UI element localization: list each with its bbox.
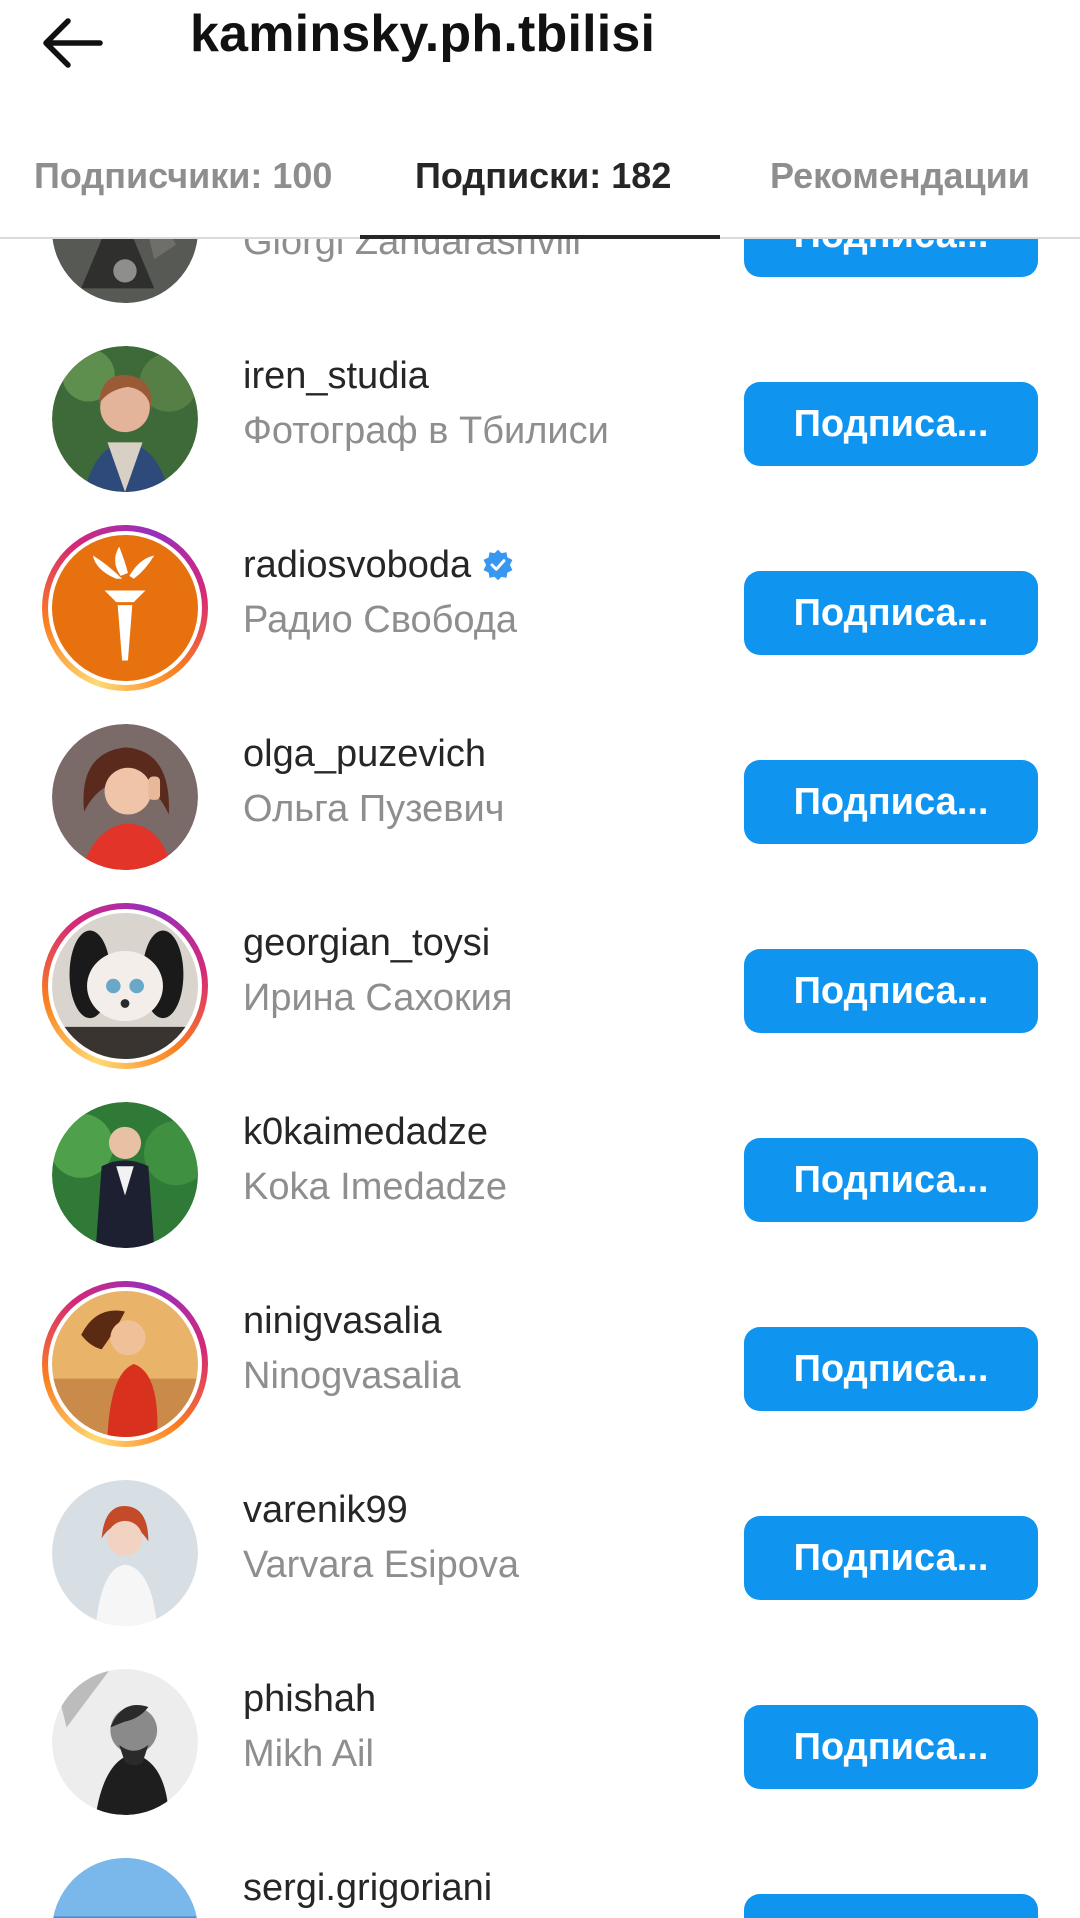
- avatar[interactable]: [52, 1669, 198, 1815]
- full-name: Радио Свобода: [243, 599, 518, 641]
- avatar[interactable]: [52, 239, 198, 303]
- torch-logo-icon: [52, 535, 198, 681]
- avatar-story-ring[interactable]: [42, 1281, 208, 1447]
- full-name: Mikh Ail: [243, 1733, 374, 1775]
- tab-followers[interactable]: Подписчики: 100: [34, 155, 332, 197]
- active-tab-indicator: [360, 235, 720, 239]
- tab-recommendations[interactable]: Рекомендации: [770, 155, 1030, 197]
- following-button[interactable]: Подписа...: [744, 239, 1038, 277]
- username[interactable]: k0kaimedadze: [243, 1111, 488, 1154]
- page-title: kaminsky.ph.tbilisi: [190, 5, 656, 63]
- list-item[interactable]: phishah Mikh Ail Подписа...: [0, 1633, 1080, 1822]
- full-name: Фотограф в Тбилиси: [243, 410, 609, 452]
- username[interactable]: georgian_toysi: [243, 922, 490, 965]
- list-item[interactable]: varenik99 Varvara Esipova Подписа...: [0, 1444, 1080, 1633]
- avatar-story-ring[interactable]: [42, 903, 208, 1069]
- following-list[interactable]: Giorgi Zandarashvili Подписа... iren_stu…: [0, 239, 1080, 1918]
- avatar: [52, 535, 198, 681]
- full-name: Koka Imedadze: [243, 1166, 508, 1208]
- full-name: Varvara Esipova: [243, 1544, 519, 1586]
- tab-bar: Подписчики: 100 Подписки: 182 Рекомендац…: [0, 95, 1080, 239]
- list-item[interactable]: olga_puzevich Ольга Пузевич Подписа...: [0, 688, 1080, 877]
- avatar[interactable]: [52, 1858, 198, 1918]
- top-bar: kaminsky.ph.tbilisi: [0, 0, 1080, 95]
- avatar[interactable]: [52, 724, 198, 870]
- following-button[interactable]: Подписа...: [744, 760, 1038, 844]
- full-name: Giorgi Zandarashvili: [243, 239, 581, 263]
- following-button[interactable]: Подписа...: [744, 949, 1038, 1033]
- avatar: [52, 913, 198, 1059]
- list-item[interactable]: ninigvasalia Ninogvasalia Подписа...: [0, 1255, 1080, 1447]
- username[interactable]: varenik99: [243, 1489, 408, 1532]
- following-button[interactable]: Подписа...: [744, 1327, 1038, 1411]
- avatar-story-ring[interactable]: [42, 525, 208, 691]
- username[interactable]: radiosvoboda: [243, 544, 515, 587]
- avatar[interactable]: [52, 1480, 198, 1626]
- tab-following[interactable]: Подписки: 182: [415, 155, 671, 197]
- list-item[interactable]: georgian_toysi Ирина Сахокия Подписа...: [0, 877, 1080, 1069]
- avatar: [52, 1291, 198, 1437]
- following-button[interactable]: Подписа...: [744, 1705, 1038, 1789]
- verified-badge-icon: [483, 549, 513, 581]
- back-button[interactable]: [38, 12, 108, 74]
- username[interactable]: phishah: [243, 1678, 376, 1721]
- list-item[interactable]: k0kaimedadze Koka Imedadze Подписа...: [0, 1066, 1080, 1255]
- full-name: Ninogvasalia: [243, 1355, 461, 1397]
- following-button[interactable]: Подписа...: [744, 382, 1038, 466]
- username[interactable]: olga_puzevich: [243, 733, 486, 776]
- list-item[interactable]: Giorgi Zandarashvili Подписа...: [0, 239, 1080, 310]
- following-button[interactable]: Подписа...: [744, 1138, 1038, 1222]
- following-button[interactable]: Подписа...: [744, 1894, 1038, 1918]
- list-item[interactable]: radiosvoboda Радио Свобода Подписа...: [0, 499, 1080, 691]
- following-button[interactable]: Подписа...: [744, 571, 1038, 655]
- username-text: radiosvoboda: [243, 544, 472, 586]
- username[interactable]: iren_studia: [243, 355, 429, 398]
- full-name: Ирина Сахокия: [243, 977, 513, 1019]
- list-item[interactable]: sergi.grigoriani Подписа...: [0, 1822, 1080, 1918]
- username[interactable]: ninigvasalia: [243, 1300, 442, 1343]
- following-button[interactable]: Подписа...: [744, 1516, 1038, 1600]
- username[interactable]: sergi.grigoriani: [243, 1867, 492, 1910]
- list-item[interactable]: iren_studia Фотограф в Тбилиси Подписа..…: [0, 310, 1080, 499]
- full-name: Ольга Пузевич: [243, 788, 505, 830]
- arrow-left-icon: [43, 18, 103, 68]
- avatar[interactable]: [52, 1102, 198, 1248]
- avatar[interactable]: [52, 346, 198, 492]
